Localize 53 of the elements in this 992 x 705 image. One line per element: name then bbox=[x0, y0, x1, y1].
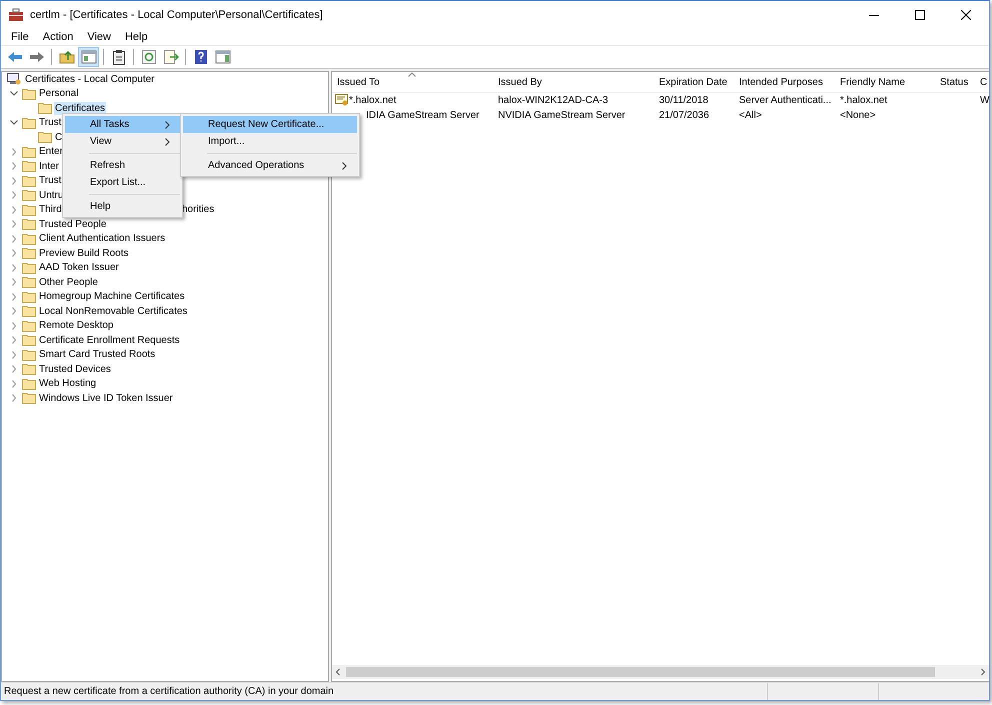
table-cell: halox-WIN2K12AD-CA-3 bbox=[498, 95, 608, 106]
menu-item[interactable]: View bbox=[65, 133, 180, 150]
tree-item[interactable]: Web Hosting bbox=[38, 377, 98, 390]
tree-item[interactable]: Personal bbox=[38, 87, 80, 100]
tree-item[interactable]: Smart Card Trusted Roots bbox=[38, 348, 156, 362]
tree-item[interactable]: Trust bbox=[38, 116, 62, 130]
menu-item[interactable]: Export List... bbox=[65, 174, 180, 191]
tree-item[interactable]: Trusted People bbox=[38, 218, 108, 231]
tree-item[interactable]: Inter bbox=[38, 160, 60, 173]
tree-item[interactable]: Local NonRemovable Certificates bbox=[38, 304, 188, 318]
tree-item[interactable]: Third bbox=[38, 203, 63, 216]
table-cell: Server Authenticati... bbox=[739, 95, 832, 106]
window-title: certlm - [Certificates - Local Computer\Personal\Certificates] bbox=[30, 8, 323, 20]
menu-bar-item[interactable]: File bbox=[4, 30, 36, 42]
tree-item[interactable]: Preview Build Roots bbox=[38, 246, 130, 260]
menu-bar-item[interactable]: Help bbox=[118, 30, 155, 42]
column-header[interactable]: Issued By bbox=[493, 76, 654, 88]
menu-item[interactable]: All Tasks bbox=[65, 116, 180, 133]
tree-item[interactable]: Enter bbox=[38, 145, 64, 158]
tree-item[interactable]: Other People bbox=[38, 276, 99, 289]
table-cell: IDIA GameStream Server bbox=[366, 110, 480, 121]
tree-item[interactable]: Trusted Devices bbox=[38, 362, 112, 376]
menu-item[interactable]: Import... bbox=[183, 133, 357, 150]
column-header[interactable]: Friendly Name bbox=[835, 76, 935, 88]
tree-item[interactable]: Windows Live ID Token Issuer bbox=[38, 392, 174, 405]
menu-item[interactable]: Advanced Operations bbox=[183, 157, 357, 174]
tree-item[interactable]: Certificate Enrollment Requests bbox=[38, 334, 181, 347]
table-cell: 21/07/2036 bbox=[659, 110, 710, 121]
menu-item[interactable]: Refresh bbox=[65, 157, 180, 174]
tree-item[interactable]: Client Authentication Issuers bbox=[38, 232, 166, 246]
table-cell: NVIDIA GameStream Server bbox=[498, 110, 626, 121]
column-header[interactable]: Intended Purposes bbox=[734, 76, 835, 88]
table-cell: 30/11/2018 bbox=[659, 95, 708, 106]
tree-item[interactable]: Certificates - Local Computer bbox=[24, 72, 156, 86]
tree-item[interactable]: Remote Desktop bbox=[38, 319, 114, 332]
column-header[interactable]: Status bbox=[935, 76, 975, 88]
tree-item[interactable]: AAD Token Issuer bbox=[38, 261, 120, 274]
column-header[interactable]: Expiration Date bbox=[654, 76, 734, 88]
tree-item[interactable]: Homegroup Machine Certificates bbox=[38, 290, 186, 304]
status-bar-text: Request a new certificate from a certification authority (CA) in your domain bbox=[3, 686, 335, 697]
column-header[interactable]: C bbox=[975, 76, 992, 88]
tree-item[interactable]: Trust bbox=[38, 174, 62, 188]
table-cell: *.halox.net bbox=[349, 95, 396, 106]
menu-item[interactable]: Request New Certificate... bbox=[183, 116, 357, 133]
table-cell: <None> bbox=[840, 110, 876, 121]
menu-bar-item[interactable]: Action bbox=[36, 30, 80, 42]
menu-item[interactable]: Help bbox=[65, 198, 180, 215]
menu-bar-item[interactable]: View bbox=[80, 30, 118, 42]
table-cell: <All> bbox=[739, 110, 762, 121]
column-header[interactable]: Issued To bbox=[332, 76, 493, 88]
tree-item[interactable]: C bbox=[54, 130, 64, 144]
tree-item[interactable]: Certificates bbox=[54, 102, 106, 115]
table-cell: *.halox.net bbox=[840, 95, 888, 106]
